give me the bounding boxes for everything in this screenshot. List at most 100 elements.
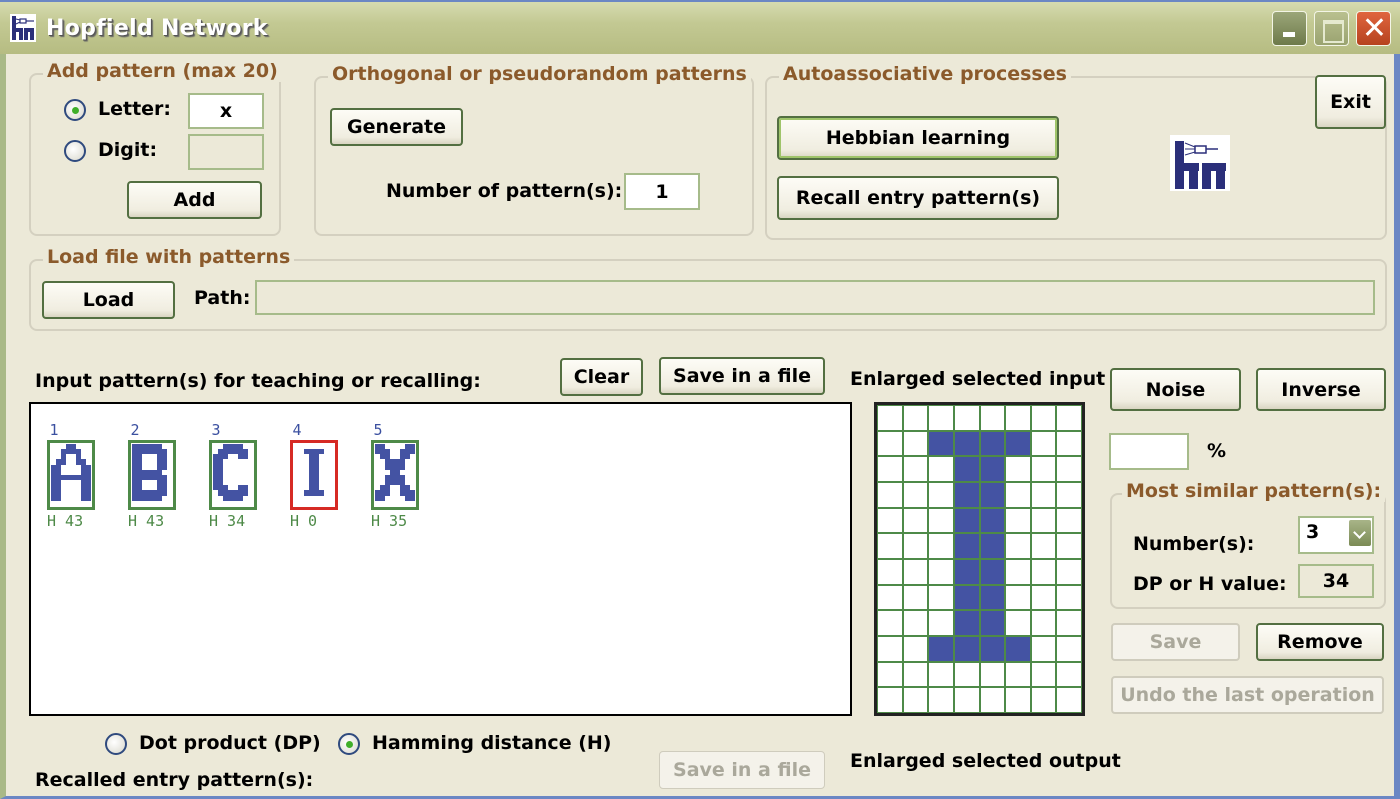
grid-cell[interactable] bbox=[877, 507, 903, 534]
grid-cell[interactable] bbox=[1030, 481, 1057, 508]
grid-cell[interactable] bbox=[953, 584, 980, 611]
grid-cell[interactable] bbox=[1056, 558, 1082, 585]
grid-cell[interactable] bbox=[902, 635, 929, 662]
grid-cell[interactable] bbox=[1056, 661, 1082, 688]
grid-cell[interactable] bbox=[928, 481, 954, 508]
grid-cell[interactable] bbox=[979, 610, 1006, 636]
grid-cell[interactable] bbox=[902, 430, 929, 457]
grid-cell[interactable] bbox=[1056, 481, 1082, 508]
grid-cell[interactable] bbox=[1005, 584, 1031, 611]
grid-cell[interactable] bbox=[1056, 533, 1082, 559]
grid-cell[interactable] bbox=[1030, 584, 1057, 611]
grid-cell[interactable] bbox=[1005, 558, 1031, 585]
grid-cell[interactable] bbox=[877, 635, 903, 662]
grid-cell[interactable] bbox=[1030, 661, 1057, 688]
grid-cell[interactable] bbox=[1056, 405, 1082, 431]
letter-radio[interactable] bbox=[64, 99, 86, 121]
grid-cell[interactable] bbox=[928, 687, 954, 713]
grid-cell[interactable] bbox=[877, 430, 903, 457]
path-input[interactable] bbox=[255, 280, 1375, 315]
pattern-thumbnail-c[interactable] bbox=[209, 440, 257, 510]
add-button[interactable]: Add bbox=[127, 181, 262, 219]
pattern-count-input[interactable]: 1 bbox=[624, 173, 700, 210]
grid-cell[interactable] bbox=[979, 584, 1006, 611]
grid-cell[interactable] bbox=[979, 661, 1006, 688]
grid-cell[interactable] bbox=[1005, 507, 1031, 534]
grid-cell[interactable] bbox=[1056, 584, 1082, 611]
pattern-item[interactable]: 1 H 43 bbox=[47, 420, 97, 530]
grid-cell[interactable] bbox=[979, 558, 1006, 585]
grid-cell[interactable] bbox=[902, 687, 929, 713]
grid-cell[interactable] bbox=[902, 610, 929, 636]
grid-cell[interactable] bbox=[979, 507, 1006, 534]
grid-cell[interactable] bbox=[877, 610, 903, 636]
dot-product-radio[interactable] bbox=[105, 733, 127, 755]
chevron-down-icon[interactable] bbox=[1349, 520, 1371, 546]
pattern-item[interactable]: 2 H 43 bbox=[128, 420, 178, 530]
grid-cell[interactable] bbox=[979, 533, 1006, 559]
pattern-item[interactable]: 3 H 34 bbox=[209, 420, 259, 530]
grid-cell[interactable] bbox=[1030, 456, 1057, 482]
grid-cell[interactable] bbox=[928, 533, 954, 559]
grid-cell[interactable] bbox=[1005, 430, 1031, 457]
save-button[interactable]: Save bbox=[1111, 623, 1240, 661]
grid-cell[interactable] bbox=[953, 481, 980, 508]
grid-cell[interactable] bbox=[1030, 507, 1057, 534]
grid-cell[interactable] bbox=[902, 533, 929, 559]
noise-button[interactable]: Noise bbox=[1110, 368, 1241, 411]
digit-radio[interactable] bbox=[64, 140, 86, 162]
save-input-button[interactable]: Save in a file bbox=[659, 357, 825, 395]
grid-cell[interactable] bbox=[877, 456, 903, 482]
remove-button[interactable]: Remove bbox=[1256, 623, 1384, 661]
grid-cell[interactable] bbox=[1030, 430, 1057, 457]
grid-cell[interactable] bbox=[928, 635, 954, 662]
grid-cell[interactable] bbox=[1030, 635, 1057, 662]
grid-cell[interactable] bbox=[877, 558, 903, 585]
digit-input[interactable] bbox=[188, 134, 264, 170]
grid-cell[interactable] bbox=[1005, 481, 1031, 508]
grid-cell[interactable] bbox=[1005, 456, 1031, 482]
grid-cell[interactable] bbox=[877, 481, 903, 508]
pattern-thumbnail-a[interactable] bbox=[47, 440, 95, 510]
grid-cell[interactable] bbox=[979, 687, 1006, 713]
inverse-button[interactable]: Inverse bbox=[1256, 368, 1386, 411]
grid-cell[interactable] bbox=[902, 405, 929, 431]
grid-cell[interactable] bbox=[953, 507, 980, 534]
recall-entry-patterns-button[interactable]: Recall entry pattern(s) bbox=[777, 176, 1059, 220]
hamming-distance-radio[interactable] bbox=[338, 733, 360, 755]
maximize-button[interactable] bbox=[1314, 11, 1349, 46]
noise-percent-input[interactable] bbox=[1109, 433, 1189, 470]
pattern-thumbnail-x[interactable] bbox=[371, 440, 419, 510]
grid-cell[interactable] bbox=[1056, 610, 1082, 636]
letter-input[interactable]: x bbox=[188, 93, 264, 129]
pattern-thumbnail-i[interactable] bbox=[290, 440, 338, 510]
grid-cell[interactable] bbox=[928, 405, 954, 431]
grid-cell[interactable] bbox=[953, 661, 980, 688]
grid-cell[interactable] bbox=[979, 481, 1006, 508]
grid-cell[interactable] bbox=[953, 533, 980, 559]
grid-cell[interactable] bbox=[928, 558, 954, 585]
undo-button[interactable]: Undo the last operation bbox=[1111, 676, 1384, 714]
grid-cell[interactable] bbox=[979, 635, 1006, 662]
grid-cell[interactable] bbox=[953, 405, 980, 431]
grid-cell[interactable] bbox=[1005, 635, 1031, 662]
grid-cell[interactable] bbox=[953, 635, 980, 662]
grid-cell[interactable] bbox=[979, 430, 1006, 457]
grid-cell[interactable] bbox=[902, 507, 929, 534]
grid-cell[interactable] bbox=[953, 687, 980, 713]
load-button[interactable]: Load bbox=[42, 281, 175, 319]
close-button[interactable]: ✕ bbox=[1356, 11, 1391, 46]
grid-cell[interactable] bbox=[1030, 558, 1057, 585]
exit-button[interactable]: Exit bbox=[1315, 75, 1386, 129]
grid-cell[interactable] bbox=[877, 687, 903, 713]
grid-cell[interactable] bbox=[902, 558, 929, 585]
generate-button[interactable]: Generate bbox=[330, 108, 463, 146]
grid-cell[interactable] bbox=[928, 507, 954, 534]
grid-cell[interactable] bbox=[928, 610, 954, 636]
grid-cell[interactable] bbox=[877, 533, 903, 559]
grid-cell[interactable] bbox=[1030, 405, 1057, 431]
grid-cell[interactable] bbox=[928, 584, 954, 611]
enlarged-input-grid[interactable] bbox=[874, 402, 1085, 716]
grid-cell[interactable] bbox=[1030, 610, 1057, 636]
minimize-button[interactable] bbox=[1272, 11, 1307, 46]
